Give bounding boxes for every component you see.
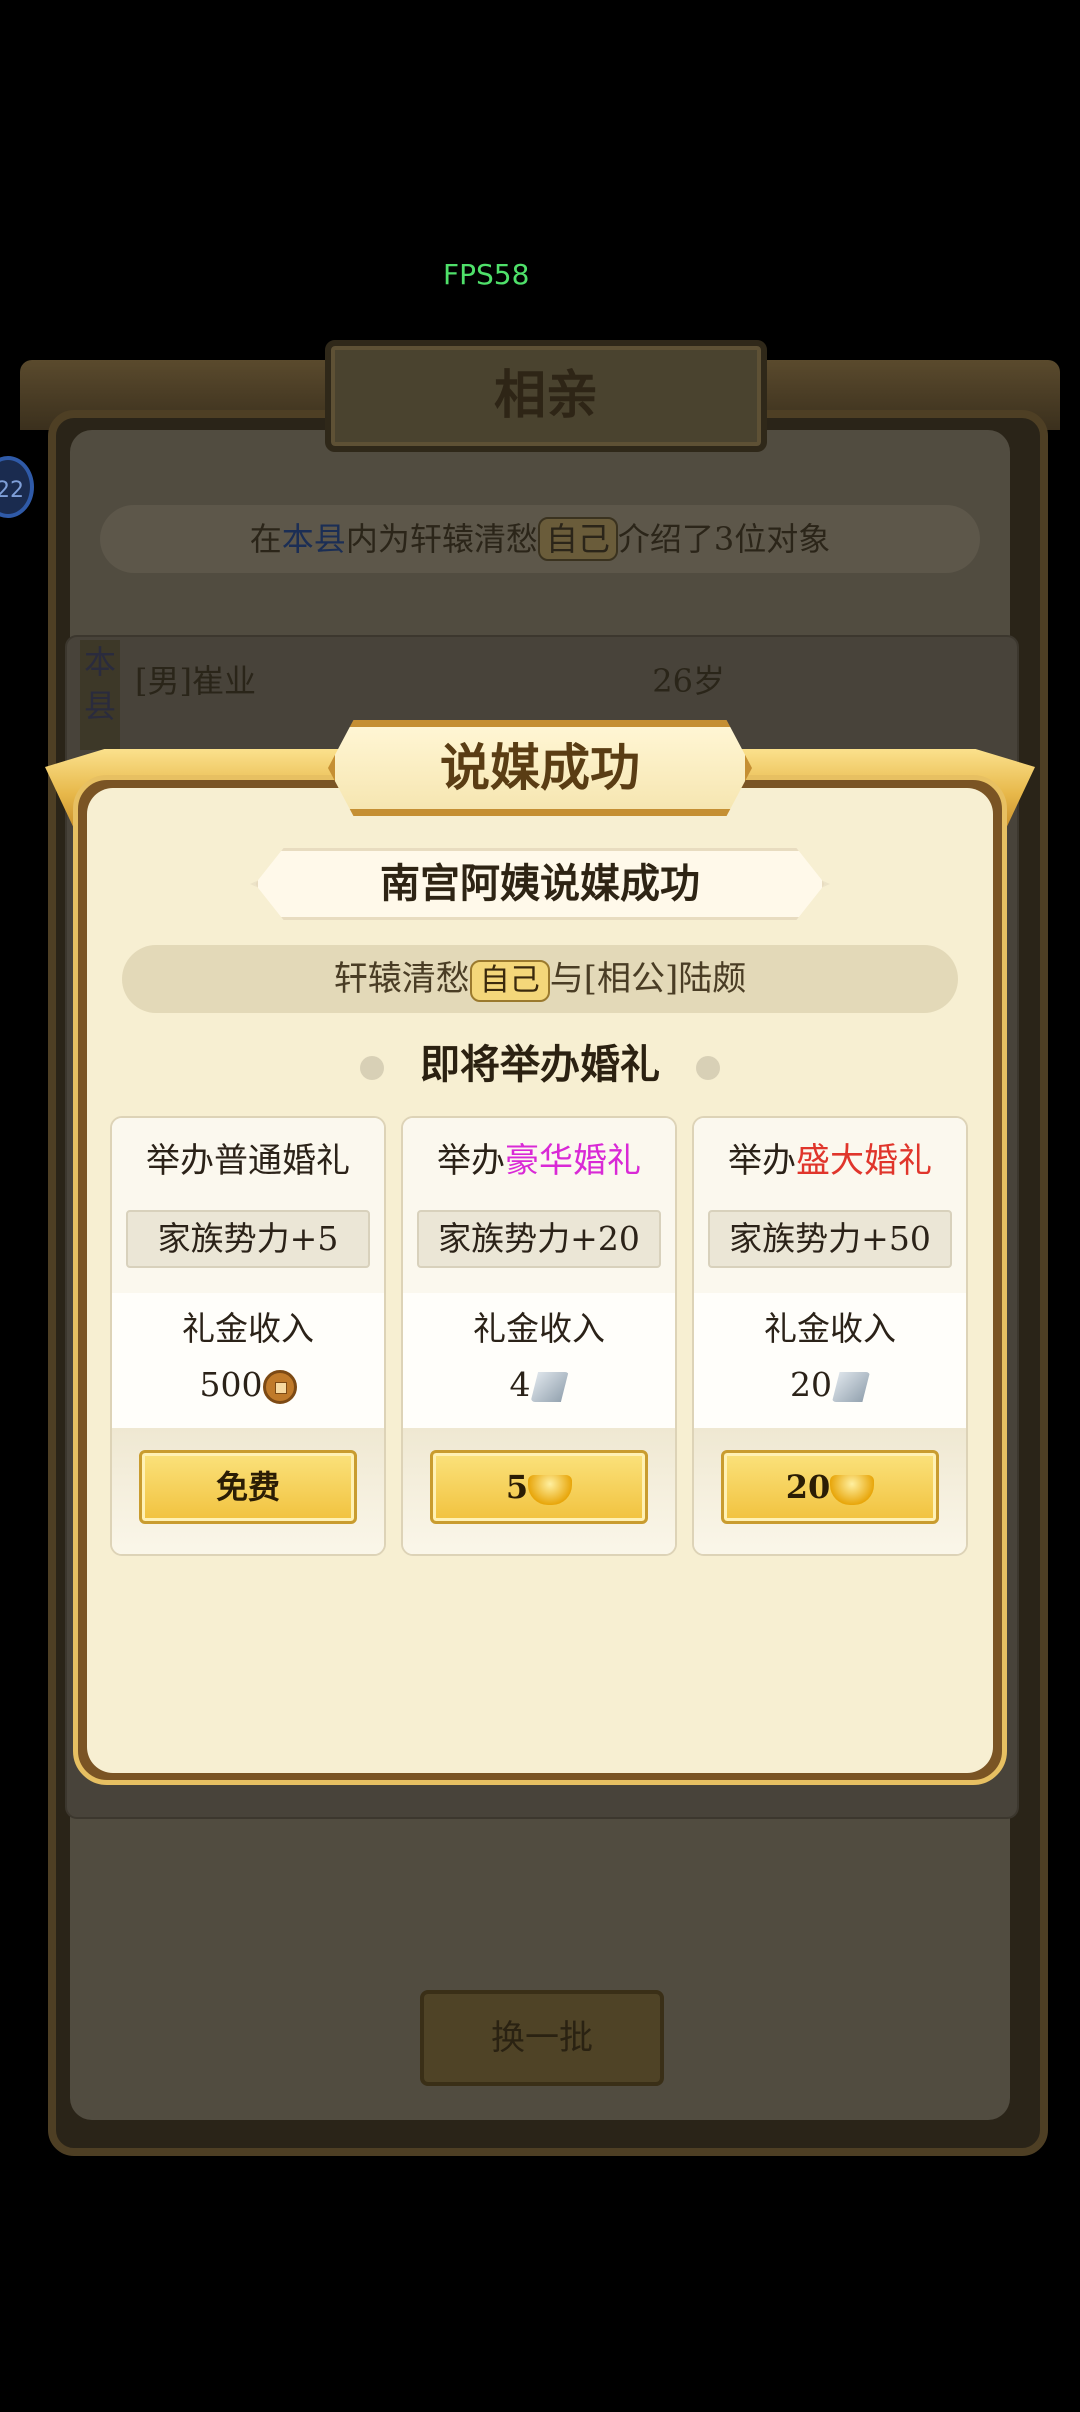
section-title: 即将举办婚礼 [420, 1041, 660, 1088]
gold-ingot-icon [830, 1474, 875, 1505]
self-badge: 自己 [469, 960, 550, 1002]
gift-label: 礼金收入 [182, 1309, 314, 1348]
candidate-age: 26岁 [652, 662, 725, 700]
window-title: 相亲 [493, 365, 598, 426]
dialog-title: 说媒成功 [440, 738, 640, 797]
silver-ingot-icon [832, 1372, 870, 1402]
intro-mid: 内为轩辕清愁 [345, 520, 538, 558]
copper-coin-icon [262, 1370, 297, 1404]
grand-wedding-button[interactable]: 20 [721, 1450, 939, 1524]
candidate-name: [男]崔业 [135, 662, 256, 700]
gift-value: 500 [112, 1360, 384, 1410]
gold-ingot-icon [528, 1474, 573, 1505]
silver-ingot-icon [530, 1372, 569, 1402]
couple-bar: 轩辕清愁 自己 与[相公]陆颇 [122, 945, 958, 1013]
family-power: 家族势力+50 [708, 1210, 952, 1268]
gift-value: 4 [403, 1360, 675, 1410]
luxury-wedding-button[interactable]: 5 [430, 1450, 648, 1524]
wedding-option-card: 举办盛大婚礼 家族势力+50 礼金收入 20 20 [692, 1116, 968, 1556]
gift-label: 礼金收入 [764, 1309, 896, 1348]
intro-county: 本县 [281, 520, 346, 558]
gift-label: 礼金收入 [473, 1309, 605, 1348]
family-power: 家族势力+5 [126, 1210, 370, 1268]
couple-name: 轩辕清愁 [333, 959, 470, 999]
intro-prefix: 在 [249, 520, 282, 558]
self-tag: 自己 [537, 517, 618, 561]
wedding-name: 举办普通婚礼 [146, 1141, 350, 1181]
wedding-name: 举办盛大婚礼 [728, 1141, 932, 1181]
candidate-row[interactable]: [男]崔业 26岁 [135, 652, 725, 710]
intro-text: 在本县内为轩辕清愁 自己 介绍了3位对象 [100, 505, 980, 573]
free-wedding-button[interactable]: 免费 [139, 1450, 357, 1524]
refresh-button[interactable]: 换一批 [420, 1990, 664, 2086]
gift-value: 20 [694, 1360, 966, 1410]
fps-counter: FPS58 [443, 258, 530, 291]
window-title-plate: 相亲 [325, 340, 767, 452]
couple-middle: 与 [549, 959, 584, 999]
wedding-name: 举办豪华婚礼 [437, 1141, 641, 1181]
matchmaker-line: 南宫阿姨说媒成功 [380, 860, 700, 907]
couple-partner: [相公]陆颇 [583, 959, 747, 999]
family-power: 家族势力+20 [417, 1210, 661, 1268]
wedding-option-card: 举办普通婚礼 家族势力+5 礼金收入 500 免费 [110, 1116, 386, 1556]
intro-suffix: 介绍了3位对象 [617, 520, 831, 558]
wedding-option-card: 举办豪华婚礼 家族势力+20 礼金收入 4 5 [401, 1116, 677, 1556]
match-success-dialog: 说媒成功 南宫阿姨说媒成功 轩辕清愁 自己 与[相公]陆颇 即将举办婚礼 举办普通婚… [45, 720, 1035, 1795]
